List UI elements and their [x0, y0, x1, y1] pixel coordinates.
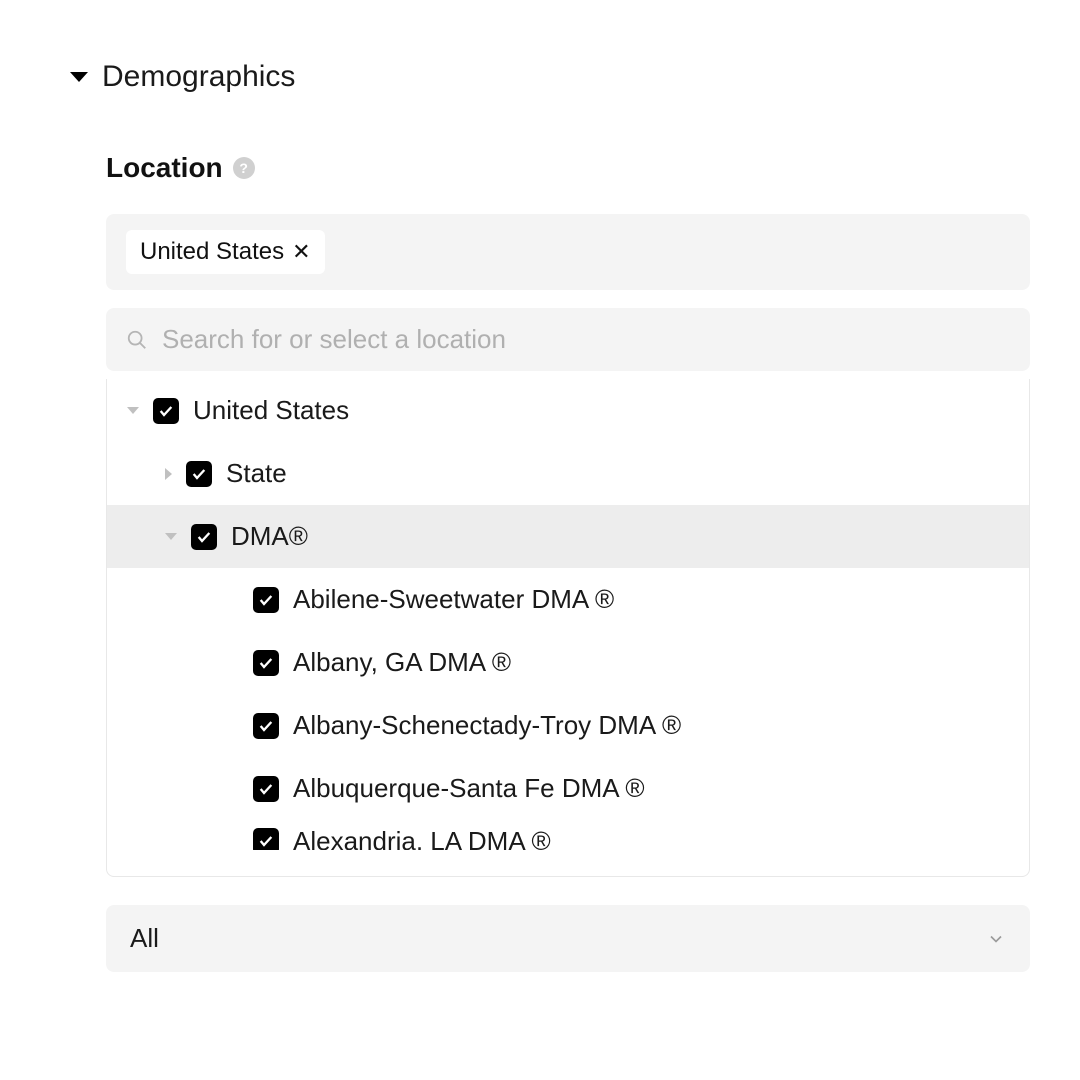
tree-label: State: [226, 458, 287, 489]
tree-label: United States: [193, 395, 349, 426]
checkbox[interactable]: [253, 650, 279, 676]
tree-item-dma-child[interactable]: Albuquerque-Santa Fe DMA ®: [107, 757, 1029, 820]
help-icon[interactable]: ?: [233, 157, 255, 179]
checkbox[interactable]: [153, 398, 179, 424]
tree-item-united-states[interactable]: United States: [107, 379, 1029, 442]
checkbox[interactable]: [253, 713, 279, 739]
tree-item-state[interactable]: State: [107, 442, 1029, 505]
tree-label: Alexandria, LA DMA ®: [293, 826, 551, 851]
tree-label: Abilene-Sweetwater DMA ®: [293, 584, 614, 615]
caret-right-icon[interactable]: [165, 468, 172, 480]
dropdown-value: All: [130, 923, 159, 954]
tree-label: Albany, GA DMA ®: [293, 647, 511, 678]
location-chip[interactable]: United States ✕: [126, 230, 325, 274]
checkbox[interactable]: [253, 828, 279, 850]
close-icon[interactable]: ✕: [292, 241, 310, 263]
checkbox[interactable]: [191, 524, 217, 550]
demographics-section-header[interactable]: Demographics: [70, 60, 1030, 94]
tree-label: Albany-Schenectady-Troy DMA ®: [293, 710, 681, 741]
location-search[interactable]: [106, 308, 1030, 371]
search-input[interactable]: [162, 324, 1010, 355]
location-field: Location ? United States ✕ United States: [70, 152, 1030, 972]
section-title: Demographics: [102, 60, 295, 94]
tree-item-dma-child[interactable]: Albany, GA DMA ®: [107, 631, 1029, 694]
checkbox[interactable]: [186, 461, 212, 487]
chip-label: United States: [140, 238, 284, 266]
chevron-down-icon: [986, 929, 1006, 949]
selected-locations-container: United States ✕: [106, 214, 1030, 290]
checkbox[interactable]: [253, 776, 279, 802]
location-label: Location: [106, 152, 223, 184]
caret-down-icon[interactable]: [165, 533, 177, 540]
tree-item-dma-child[interactable]: Albany-Schenectady-Troy DMA ®: [107, 694, 1029, 757]
tree-label: Albuquerque-Santa Fe DMA ®: [293, 773, 645, 804]
search-icon: [126, 329, 148, 351]
tree-item-dma[interactable]: DMA®: [107, 505, 1029, 568]
location-filter-dropdown[interactable]: All: [106, 905, 1030, 972]
tree-item-dma-child[interactable]: Alexandria, LA DMA ®: [107, 820, 1029, 850]
caret-down-icon: [70, 72, 88, 82]
caret-down-icon[interactable]: [127, 407, 139, 414]
tree-item-dma-child[interactable]: Abilene-Sweetwater DMA ®: [107, 568, 1029, 631]
location-tree: United States State DMA® Abilene-Sweetwa…: [106, 379, 1030, 877]
location-label-row: Location ?: [106, 152, 1030, 184]
checkbox[interactable]: [253, 587, 279, 613]
tree-label: DMA®: [231, 521, 308, 552]
